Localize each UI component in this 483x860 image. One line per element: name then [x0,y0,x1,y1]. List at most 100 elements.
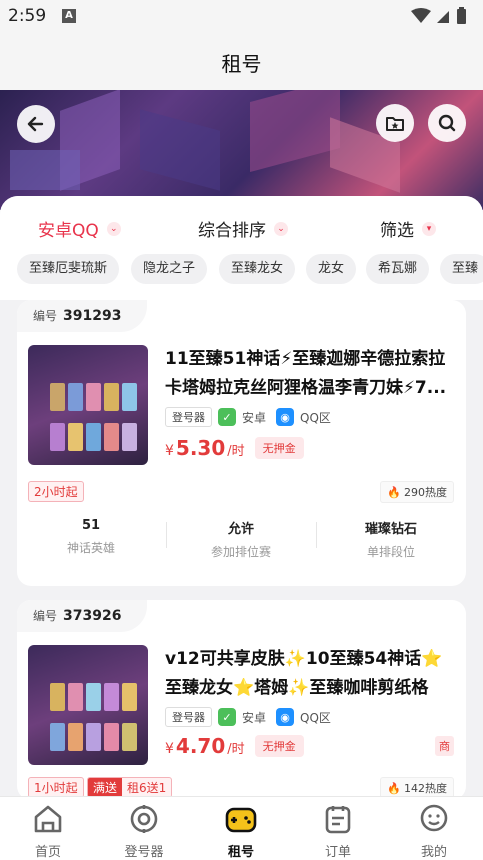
tab-launcher[interactable]: 登号器 [114,803,174,860]
page-title: 租号 [221,52,262,76]
os-label: 安卓 [242,710,267,725]
status-bar: 2:59 A [0,0,483,34]
tab-label: 首页 [34,845,61,860]
tab-label: 登号器 [124,845,164,860]
price-value: 5.30 [175,436,226,460]
funnel-icon: ▾ [422,221,436,236]
deposit-badge: 无押金 [254,437,304,459]
min-rent-tag: 1小时起 [28,777,84,798]
tab-label: 租号 [227,845,254,860]
arrow-left-icon [27,116,44,132]
tab-rent[interactable]: 租号 [211,803,271,860]
promo-detail: 租6送1 [127,781,167,795]
tab-profile[interactable]: 我的 [404,803,464,860]
listing-card[interactable]: 编号 373926 v12可共享皮肤✨10至臻54神话⭐至臻龙女⭐塔姆✨至臻咖啡剪… [17,600,466,800]
filter-sort[interactable]: 综合排序 ⌄ [198,216,288,241]
title-bar: 租号 [0,34,483,90]
min-rent-tag: 2小时起 [28,481,84,502]
tab-label: 我的 [420,845,447,860]
region-label: QQ区 [300,410,331,425]
qq-icon: ◉ [276,408,295,426]
stat-label: 单排段位 [366,545,415,559]
home-icon [34,805,62,833]
listing-title: 11至臻51神话⚡至臻迦娜辛德拉索拉卡塔姆拉克丝阿狸格温李青刀妹⚡7... [165,349,447,398]
listing-thumbnail [28,345,148,465]
tab-label: 订单 [324,845,351,860]
filter-platform[interactable]: 安卓QQ ⌄ [38,216,121,241]
wifi-signal-battery-icon [411,7,466,24]
launcher-tag: 登号器 [165,407,212,427]
chevron-down-icon: ⌄ [106,221,121,236]
listing-id: 编号 391293 [17,300,148,332]
gamepad-icon [225,807,257,833]
profile-icon [420,804,448,832]
order-icon [325,806,351,834]
stat-ranked: 允许 参加排位赛 [167,518,315,560]
launcher-icon [130,805,158,833]
stat-rank: 璀璨钻石 单排段位 [317,518,465,560]
status-icons [409,7,471,29]
chevron-down-icon: ⌄ [274,221,288,236]
chip-1[interactable]: 隐龙之子 [131,254,208,284]
stat-value: 允许 [227,522,254,537]
content-sheet: 安卓QQ ⌄ 综合排序 ⌄ 筛选 ▾ 至臻厄斐琉斯 隐龙之子 至臻龙女 龙女 希… [0,196,483,800]
id-value: 391293 [63,308,122,324]
stat-mythic: 51 神话英雄 [17,518,165,556]
chip-5[interactable]: 至臻 [440,254,483,284]
chip-3[interactable]: 龙女 [306,254,357,284]
id-label: 编号 [33,609,58,623]
favorites-button[interactable] [376,104,414,142]
deposit-badge: 无押金 [254,735,304,757]
listing-id: 编号 373926 [17,600,148,632]
bottom-tab-bar: 首页 登号器 租号 订单 我的 [0,796,483,860]
listing-card[interactable]: 编号 391293 11至臻51神话⚡至臻迦娜辛德拉索拉卡塔姆拉克丝阿狸格温李青刀… [17,300,466,586]
android-icon: ✓ [218,708,236,726]
heat-value: 142热度 [404,782,447,795]
chip-0[interactable]: 至臻厄斐琉斯 [17,254,120,284]
promo-tag: 满送 租6送1 [87,777,173,798]
stat-value: 51 [81,518,101,533]
heat-badge: 🔥 290热度 [380,481,454,503]
filter-platform-label: 安卓QQ [38,221,99,241]
merchant-badge: 商 [435,736,454,756]
filter-screen-label: 筛选 [380,221,414,241]
price-unit: /时 [227,444,245,459]
promo-label: 满送 [88,778,123,797]
flame-icon: 🔥 [387,781,401,795]
region-label: QQ区 [300,710,331,725]
id-value: 373926 [63,608,122,624]
stat-label: 参加排位赛 [210,545,271,559]
heat-value: 290热度 [404,486,447,499]
status-time: 2:59 [8,6,47,26]
android-icon: ✓ [218,408,236,426]
hero-chip-bar: 至臻厄斐琉斯 隐龙之子 至臻龙女 龙女 希瓦娜 至臻 [0,246,483,300]
listing-title: v12可共享皮肤✨10至臻54神话⭐至臻龙女⭐塔姆✨至臻咖啡剪纸格温... [165,649,443,698]
tab-home[interactable]: 首页 [18,803,78,860]
stat-label: 神话英雄 [66,541,115,555]
star-folder-icon [386,117,404,131]
listing-price: ¥ 5.30 /时 无押金 [165,436,304,460]
listing-price: ¥ 4.70 /时 无押金 [165,734,304,758]
os-label: 安卓 [242,410,267,425]
launcher-tag: 登号器 [165,707,212,727]
price-value: 4.70 [175,734,226,758]
tab-orders[interactable]: 订单 [308,803,368,860]
banner-image [0,90,483,210]
chip-2[interactable]: 至臻龙女 [219,254,296,284]
filter-screen[interactable]: 筛选 ▾ [380,216,436,241]
currency: ¥ [165,443,174,459]
price-unit: /时 [227,742,245,757]
stat-value: 璀璨钻石 [364,522,417,537]
back-button[interactable] [17,105,55,143]
listing-thumbnail [28,645,148,765]
notification-icon: A [62,9,76,23]
search-icon [438,114,456,132]
id-label: 编号 [33,309,58,323]
flame-icon: 🔥 [387,485,401,499]
chip-4[interactable]: 希瓦娜 [366,254,430,284]
listing-meta: 登号器 ✓ 安卓 ◉ QQ区 [165,407,331,427]
currency: ¥ [165,741,174,757]
search-button[interactable] [428,104,466,142]
qq-icon: ◉ [276,708,295,726]
listing-meta: 登号器 ✓ 安卓 ◉ QQ区 [165,707,331,727]
